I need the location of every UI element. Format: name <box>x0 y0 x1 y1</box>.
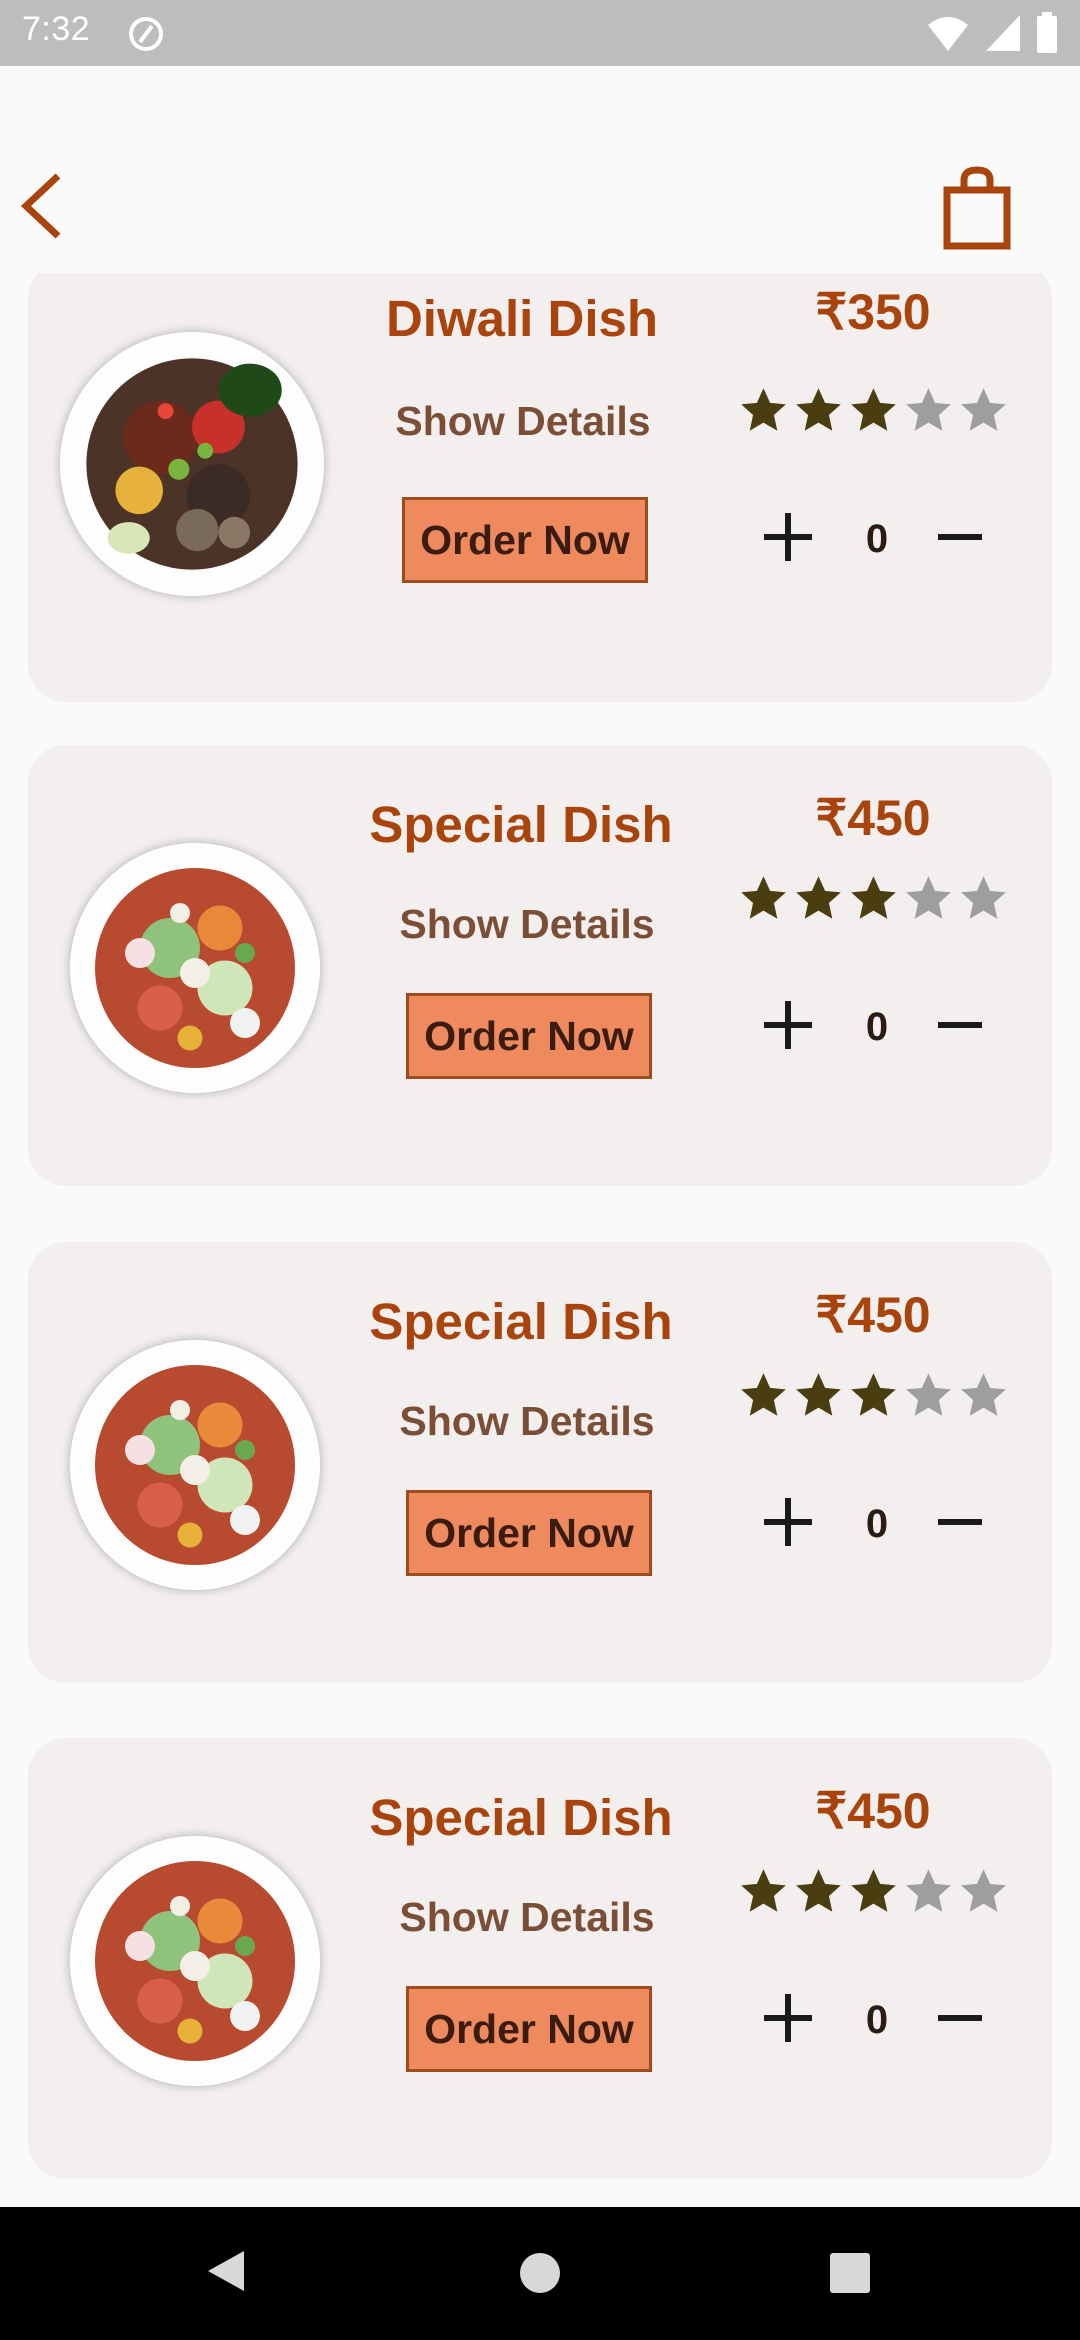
quantity-plus-button[interactable] <box>760 1990 816 2046</box>
star-filled-icon <box>741 1373 786 1416</box>
rating-stars <box>738 1866 1009 1917</box>
minus-icon <box>938 1519 982 1525</box>
dish-title: Diwali Dish <box>385 290 659 347</box>
star-filled-icon <box>796 1869 841 1912</box>
dish-title: Special Dish <box>369 1789 673 1846</box>
dish-card: Special Dish ₹450 Show Details Order Now… <box>28 1242 1052 1683</box>
star-filled-icon <box>741 876 786 919</box>
quantity-minus-button[interactable] <box>932 1494 988 1550</box>
star-filled-icon <box>851 876 896 919</box>
dish-price: ₹350 <box>815 284 931 340</box>
triangle-back-icon <box>208 2251 244 2291</box>
dish-card: Special Dish ₹450 Show Details Order Now… <box>28 745 1052 1186</box>
quantity-value: 0 <box>865 1005 889 1049</box>
system-nav-bar <box>0 2207 1080 2340</box>
minus-icon <box>938 1022 982 1028</box>
dish-title: Special Dish <box>369 796 673 853</box>
minus-icon <box>938 534 982 540</box>
star-empty-icon <box>961 876 1006 919</box>
star-filled-icon <box>741 1869 786 1912</box>
dish-image <box>70 1836 320 2086</box>
dish-price: ₹450 <box>815 790 931 846</box>
plus-icon <box>764 1994 812 2042</box>
dish-image <box>70 843 320 1093</box>
show-details-link[interactable]: Show Details <box>399 901 654 948</box>
dish-title: Special Dish <box>369 1293 673 1350</box>
status-icons <box>926 12 1058 54</box>
shopping-bag-icon <box>943 166 1011 250</box>
star-empty-icon <box>961 1373 1006 1416</box>
order-now-button[interactable]: Order Now <box>402 497 648 583</box>
star-empty-icon <box>961 388 1006 431</box>
quantity-value: 0 <box>865 1998 889 2042</box>
star-empty-icon <box>906 388 951 431</box>
show-details-link[interactable]: Show Details <box>399 1398 654 1445</box>
quantity-plus-button[interactable] <box>760 997 816 1053</box>
star-filled-icon <box>741 388 786 431</box>
app-bar <box>0 66 1080 273</box>
rating-stars <box>738 385 1009 436</box>
status-time: 7:32 <box>22 10 91 48</box>
star-filled-icon <box>851 1373 896 1416</box>
show-details-link[interactable]: Show Details <box>395 398 650 445</box>
battery-icon <box>1037 12 1057 53</box>
star-empty-icon <box>906 1373 951 1416</box>
quantity-minus-button[interactable] <box>932 997 988 1053</box>
quantity-value: 0 <box>865 1502 889 1546</box>
quantity-value: 0 <box>865 517 889 561</box>
plus-icon <box>764 513 812 561</box>
nav-back-button[interactable] <box>204 2247 248 2300</box>
show-details-link[interactable]: Show Details <box>399 1894 654 1941</box>
dish-list[interactable]: Diwali Dish ₹350 Show Details Order Now … <box>0 273 1080 2207</box>
dish-price: ₹450 <box>815 1287 931 1343</box>
rating-stars <box>738 1370 1009 1421</box>
star-filled-icon <box>796 876 841 919</box>
star-filled-icon <box>851 388 896 431</box>
star-filled-icon <box>851 1869 896 1912</box>
dish-image <box>60 332 324 596</box>
quantity-minus-button[interactable] <box>932 509 988 565</box>
square-recents-icon <box>830 2253 870 2293</box>
cart-button[interactable] <box>938 162 1018 254</box>
order-now-button[interactable]: Order Now <box>406 993 652 1079</box>
status-bar: 7:32 <box>0 0 1080 66</box>
dish-price: ₹450 <box>815 1783 931 1839</box>
nav-home-button[interactable] <box>518 2251 562 2300</box>
quantity-plus-button[interactable] <box>760 509 816 565</box>
star-filled-icon <box>796 388 841 431</box>
rating-stars <box>738 873 1009 924</box>
plus-icon <box>764 1498 812 1546</box>
order-now-button[interactable]: Order Now <box>406 1986 652 2072</box>
quantity-minus-button[interactable] <box>932 1990 988 2046</box>
signal-icon <box>986 15 1020 51</box>
order-now-button[interactable]: Order Now <box>406 1490 652 1576</box>
star-filled-icon <box>796 1373 841 1416</box>
quantity-plus-button[interactable] <box>760 1494 816 1550</box>
sync-icon <box>126 14 166 59</box>
chevron-left-icon <box>20 173 61 239</box>
back-button[interactable] <box>14 166 74 246</box>
minus-icon <box>938 2015 982 2021</box>
star-empty-icon <box>906 876 951 919</box>
wifi-icon <box>928 17 968 51</box>
star-empty-icon <box>906 1869 951 1912</box>
plus-icon <box>764 1001 812 1049</box>
dish-image <box>70 1340 320 1590</box>
dish-card: Special Dish ₹450 Show Details Order Now… <box>28 1738 1052 2179</box>
circle-home-icon <box>520 2253 560 2293</box>
nav-recents-button[interactable] <box>830 2253 870 2298</box>
star-empty-icon <box>961 1869 1006 1912</box>
dish-card: Diwali Dish ₹350 Show Details Order Now … <box>28 273 1052 702</box>
